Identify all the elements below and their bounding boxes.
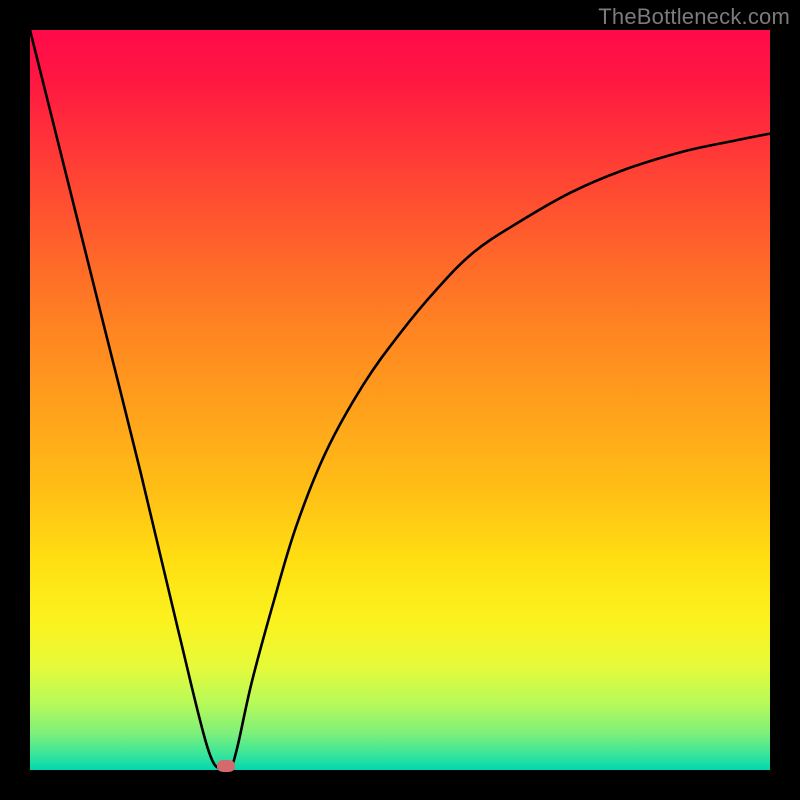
- minimum-point-marker: [217, 760, 235, 772]
- watermark-text: TheBottleneck.com: [598, 4, 790, 30]
- chart-frame: TheBottleneck.com: [0, 0, 800, 800]
- curve-svg: [30, 30, 770, 770]
- bottleneck-curve: [30, 30, 770, 773]
- plot-area: [30, 30, 770, 770]
